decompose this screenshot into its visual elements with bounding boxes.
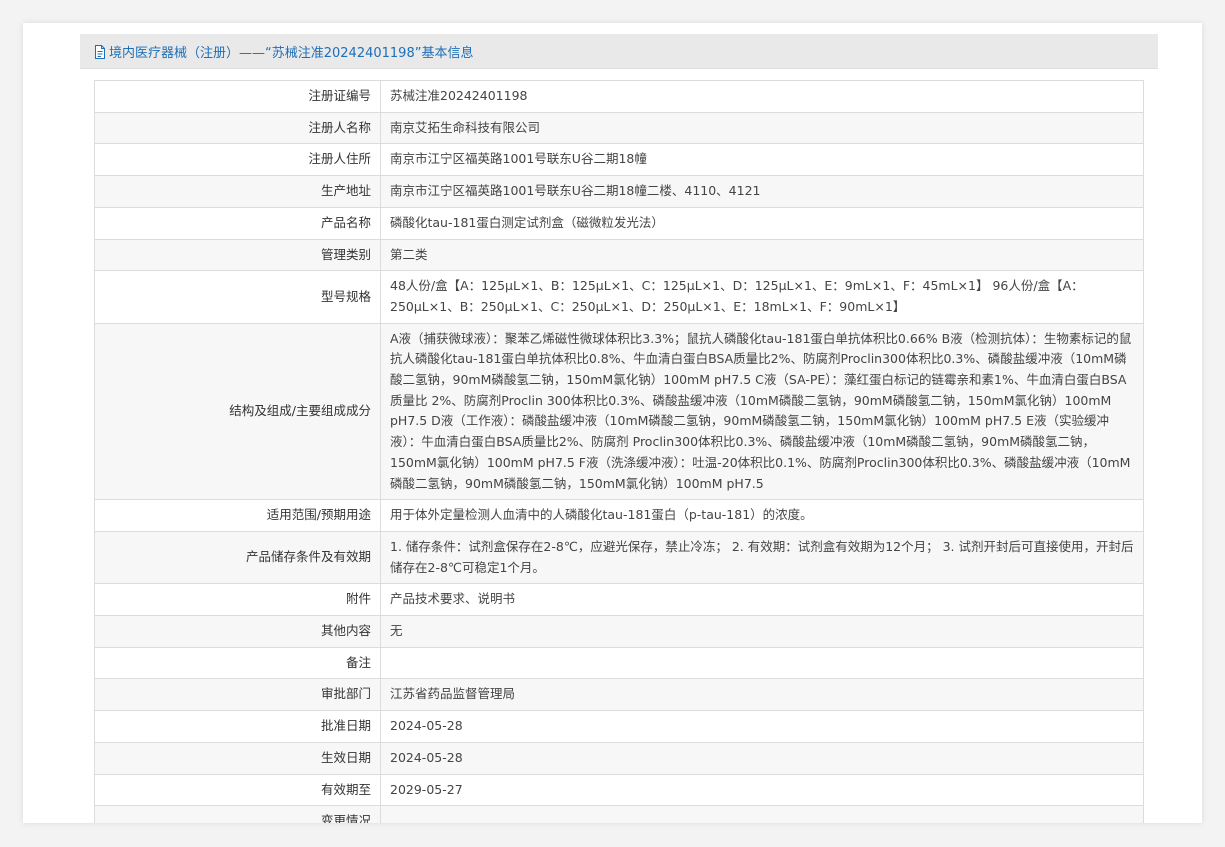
- table-row: 结构及组成/主要组成成分 A液（捕获微球液）：聚苯乙烯磁性微球体积比3.3%；鼠…: [94, 322, 1144, 501]
- row-value: 1. 储存条件：试剂盒保存在2-8℃，应避光保存，禁止冷冻； 2. 有效期：试剂…: [380, 530, 1144, 585]
- row-value: 产品技术要求、说明书: [380, 583, 1144, 617]
- row-value: 南京市江宁区福英路1001号联东U谷二期18幢二楼、4110、4121: [380, 175, 1144, 208]
- row-label: 生产地址: [94, 175, 381, 208]
- row-value: 南京市江宁区福英路1001号联东U谷二期18幢: [380, 143, 1144, 177]
- table-row: 产品储存条件及有效期 1. 储存条件：试剂盒保存在2-8℃，应避光保存，禁止冷冻…: [94, 530, 1144, 585]
- row-value: 2029-05-27: [380, 773, 1144, 807]
- table-row: 变更情况: [94, 805, 1144, 823]
- table-row: 有效期至 2029-05-27: [94, 773, 1144, 807]
- table-row: 审批部门 江苏省药品监督管理局: [94, 678, 1144, 712]
- row-value: 用于体外定量检测人血清中的人磷酸化tau-181蛋白（p-tau-181）的浓度…: [380, 499, 1144, 532]
- row-value: 无: [380, 615, 1144, 648]
- row-label: 备注: [94, 646, 381, 680]
- table-row: 型号规格 48人份/盒【A：125μL×1、B：125μL×1、C：125μL×…: [94, 270, 1144, 324]
- row-label: 其他内容: [94, 615, 381, 648]
- table-row: 生产地址 南京市江宁区福英路1001号联东U谷二期18幢二楼、4110、4121: [94, 175, 1144, 208]
- table-row: 注册人住所 南京市江宁区福英路1001号联东U谷二期18幢: [94, 143, 1144, 177]
- row-value: [380, 646, 1144, 680]
- row-label: 有效期至: [94, 773, 381, 807]
- row-value: 2024-05-28: [380, 710, 1144, 743]
- detail-page: 境内医疗器械（注册）——“苏械注准20242401198”基本信息 注册证编号 …: [23, 23, 1202, 823]
- table-row: 适用范围/预期用途 用于体外定量检测人血清中的人磷酸化tau-181蛋白（p-t…: [94, 499, 1144, 532]
- row-value: 磷酸化tau-181蛋白测定试剂盒（磁微粒发光法）: [380, 206, 1144, 240]
- row-value: 苏械注准20242401198: [380, 80, 1144, 113]
- document-icon: [94, 44, 106, 59]
- table-row: 管理类别 第二类: [94, 238, 1144, 272]
- row-label: 生效日期: [94, 741, 381, 775]
- table-row: 批准日期 2024-05-28: [94, 710, 1144, 743]
- section-title: 境内医疗器械（注册）——“苏械注准20242401198”基本信息: [109, 45, 474, 61]
- table-row: 注册证编号 苏械注准20242401198: [94, 80, 1144, 113]
- row-value: [380, 805, 1144, 823]
- table-row: 产品名称 磷酸化tau-181蛋白测定试剂盒（磁微粒发光法）: [94, 206, 1144, 240]
- row-label: 审批部门: [94, 678, 381, 712]
- info-table: 注册证编号 苏械注准20242401198 注册人名称 南京艾拓生命科技有限公司…: [94, 80, 1144, 823]
- row-value: 江苏省药品监督管理局: [380, 678, 1144, 712]
- row-label: 结构及组成/主要组成成分: [94, 322, 381, 501]
- row-value: 第二类: [380, 238, 1144, 272]
- row-label: 注册人名称: [94, 111, 381, 145]
- row-value: A液（捕获微球液）：聚苯乙烯磁性微球体积比3.3%；鼠抗人磷酸化tau-181蛋…: [380, 322, 1144, 501]
- row-label: 批准日期: [94, 710, 381, 743]
- table-row: 备注: [94, 646, 1144, 680]
- row-label: 型号规格: [94, 270, 381, 324]
- row-value: 48人份/盒【A：125μL×1、B：125μL×1、C：125μL×1、D：1…: [380, 270, 1144, 324]
- table-row: 注册人名称 南京艾拓生命科技有限公司: [94, 111, 1144, 145]
- row-label: 产品名称: [94, 206, 381, 240]
- table-row: 其他内容 无: [94, 615, 1144, 648]
- row-label: 注册人住所: [94, 143, 381, 177]
- section-header: 境内医疗器械（注册）——“苏械注准20242401198”基本信息: [80, 34, 1158, 69]
- row-value: 2024-05-28: [380, 741, 1144, 775]
- table-row: 附件 产品技术要求、说明书: [94, 583, 1144, 617]
- row-label: 变更情况: [94, 805, 381, 823]
- table-row: 生效日期 2024-05-28: [94, 741, 1144, 775]
- row-label: 注册证编号: [94, 80, 381, 113]
- row-label: 管理类别: [94, 238, 381, 272]
- row-value: 南京艾拓生命科技有限公司: [380, 111, 1144, 145]
- row-label: 产品储存条件及有效期: [94, 530, 381, 585]
- info-table-wrapper: 注册证编号 苏械注准20242401198 注册人名称 南京艾拓生命科技有限公司…: [94, 80, 1144, 823]
- row-label: 适用范围/预期用途: [94, 499, 381, 532]
- row-label: 附件: [94, 583, 381, 617]
